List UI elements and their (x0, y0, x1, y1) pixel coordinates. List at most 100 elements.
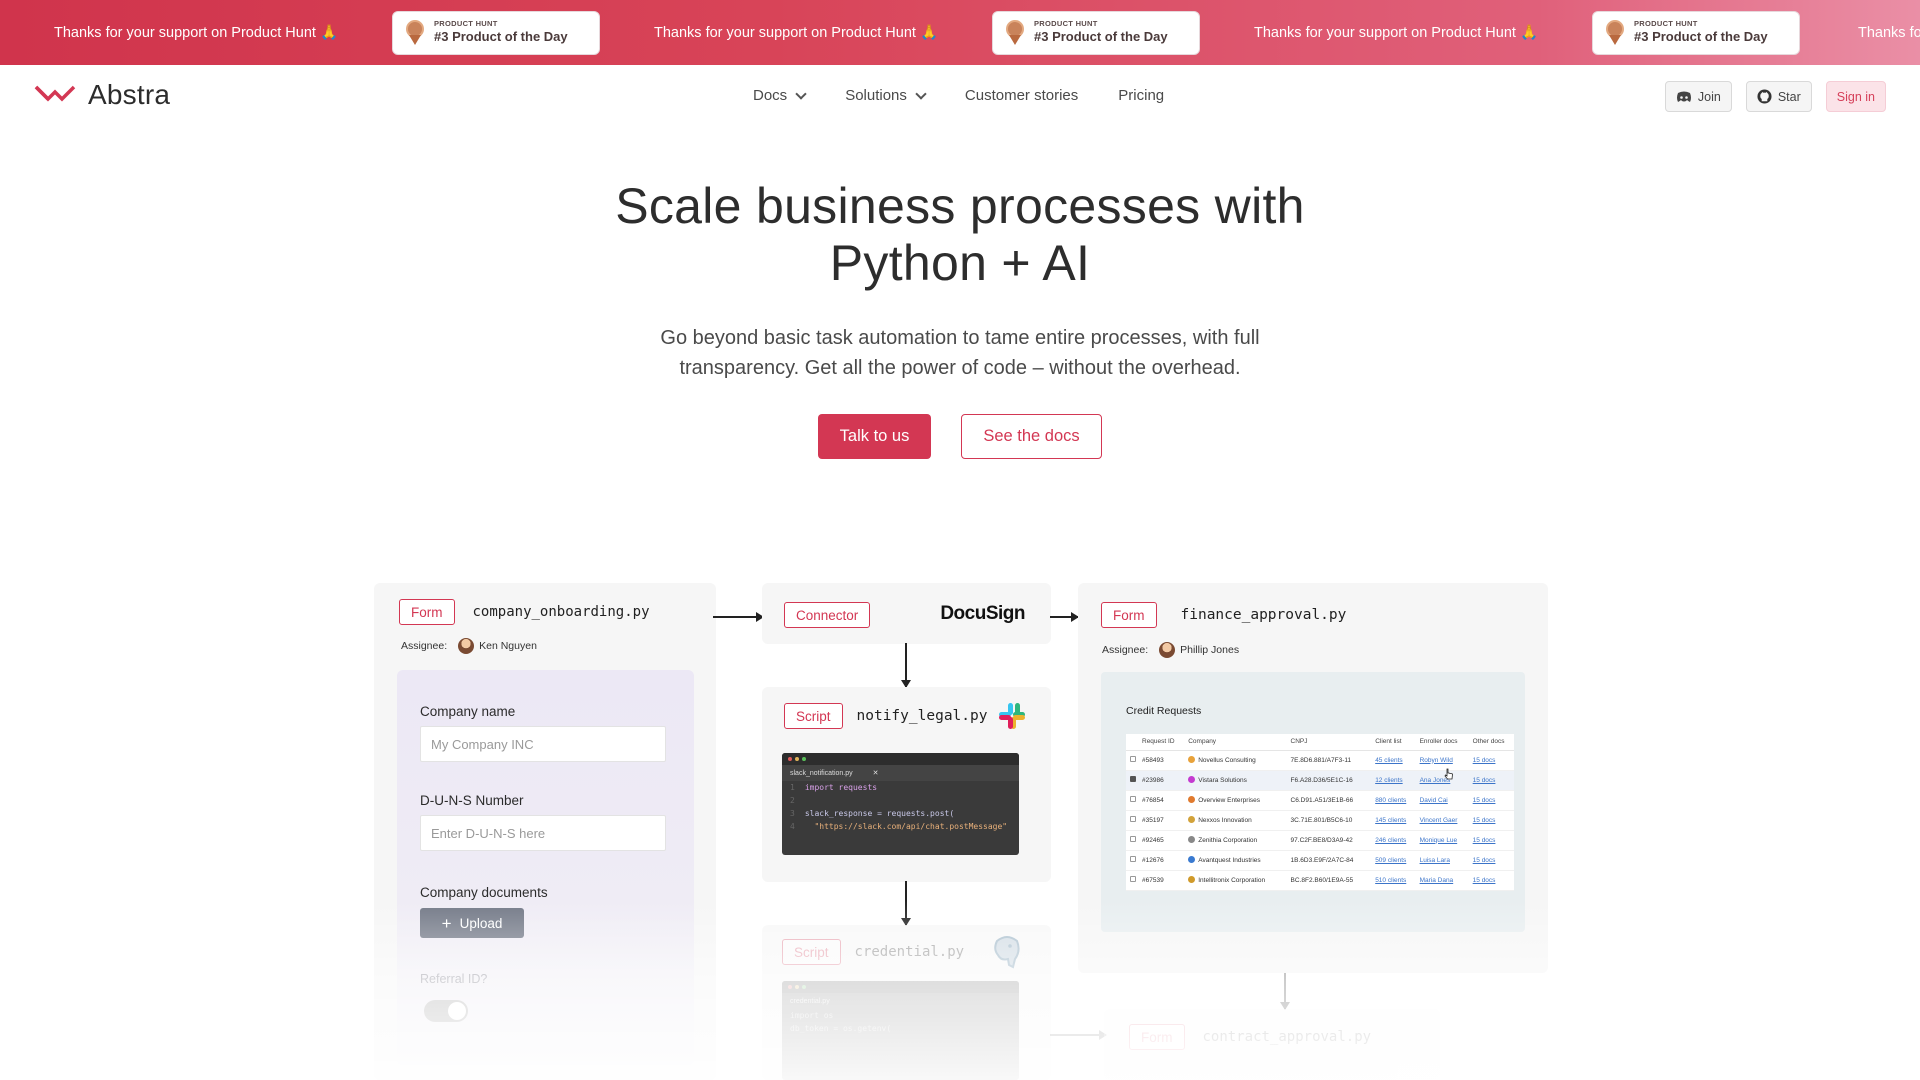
table-cell[interactable]: 15 docs (1468, 830, 1514, 851)
table-link[interactable]: 246 clients (1375, 837, 1406, 844)
table-row[interactable]: #35197 Nexxos Innovation 3C.71E.801/B5C6-1… (1126, 810, 1514, 831)
table-cell[interactable]: 880 clients (1371, 790, 1416, 811)
table-cell-text: 97.C2F.BE8/D3A9-42 (1290, 836, 1353, 844)
product-hunt-badge[interactable]: PRODUCT HUNT #3 Product of the Day (392, 10, 600, 55)
editor-tab-name: credential.py (790, 997, 830, 1005)
product-hunt-banner[interactable]: Thanks for your support on Product Hunt … (0, 0, 1920, 65)
table-link[interactable]: 15 docs (1473, 817, 1496, 824)
notify-card: Script notify_legal.py slack_notificatio… (762, 687, 1051, 882)
table-cell[interactable]: 145 clients (1371, 810, 1416, 831)
table-cell[interactable]: 509 clients (1371, 850, 1416, 871)
table-cell-text: 1B.6D3.E9F/2A7C-84 (1290, 856, 1354, 864)
table-link[interactable]: 509 clients (1375, 857, 1406, 864)
table-link[interactable]: 15 docs (1473, 837, 1496, 844)
table-cell[interactable]: Monique Lue (1415, 830, 1469, 851)
table-cell: #76854 (1138, 790, 1185, 811)
table-cell-text: #92465 (1142, 836, 1164, 844)
table-cell[interactable]: 15 docs (1468, 870, 1514, 891)
table-link[interactable]: 15 docs (1473, 857, 1496, 864)
row-checkbox[interactable] (1130, 836, 1136, 842)
credit-requests-table: Request ID Company CNPJ Client list Enro… (1126, 734, 1514, 891)
editor-tab[interactable]: slack_notification.py ✕ (782, 765, 1019, 781)
nav-pricing[interactable]: Pricing (1118, 87, 1164, 104)
table-cell[interactable]: 510 clients (1371, 870, 1416, 891)
table-cell[interactable]: Robyn Wild (1415, 750, 1469, 771)
table-link[interactable]: Luisa Lara (1420, 857, 1450, 864)
nav-docs[interactable]: Docs (753, 87, 807, 104)
table-cell[interactable]: Maria Dana (1415, 870, 1469, 891)
nav-customer-stories[interactable]: Customer stories (965, 87, 1078, 104)
product-hunt-badge[interactable]: PRODUCT HUNT #3 Product of the Day (1592, 10, 1800, 55)
table-cell: C6.D91.A51/3E1B-66 (1286, 790, 1372, 811)
table-cell[interactable]: 15 docs (1468, 810, 1514, 831)
contract-card: Form contract_approval.py (1104, 1009, 1440, 1080)
table-row[interactable]: #12676 Avantquest Industries 1B.6D3.E9F/2A… (1126, 850, 1514, 871)
table-link[interactable]: Vincent Gaer (1420, 817, 1458, 824)
table-row[interactable]: #67539 Intellitronix Corporation BC.8F2.B6… (1126, 870, 1514, 891)
table-cell[interactable]: 12 clients (1371, 770, 1416, 791)
script-tag: Script (784, 703, 843, 729)
table-cell[interactable]: Ana Jones (1415, 770, 1469, 791)
upload-button[interactable]: + Upload (420, 908, 524, 938)
row-checkbox-cell (1126, 850, 1138, 871)
flow-arrow (1050, 1030, 1107, 1040)
duns-input[interactable]: Enter D-U-N-S here (420, 815, 666, 851)
company-name-input[interactable]: My Company INC (420, 726, 666, 762)
referral-toggle[interactable] (424, 1000, 468, 1022)
row-checkbox[interactable] (1130, 816, 1136, 822)
column-header: Company (1184, 734, 1287, 751)
table-row[interactable]: #23986 Vistara Solutions F6.A28.D36/5E1C-1… (1126, 770, 1514, 791)
nav-solutions[interactable]: Solutions (845, 87, 927, 104)
editor-tab[interactable]: credential.py (782, 993, 1019, 1009)
table-link[interactable]: Robyn Wild (1420, 757, 1453, 764)
banner-support-text: Thanks for your support on Product Hunt … (653, 25, 939, 41)
sign-in-button[interactable]: Sign in (1825, 81, 1886, 112)
row-checkbox[interactable] (1130, 876, 1136, 882)
talk-to-us-button[interactable]: Talk to us (818, 414, 931, 459)
table-link[interactable]: 15 docs (1473, 777, 1496, 784)
join-label: Join (1697, 89, 1721, 104)
table-link[interactable]: 15 docs (1473, 797, 1496, 804)
logo-text: Abstra (88, 79, 171, 110)
table-link[interactable]: 880 clients (1375, 797, 1406, 804)
table-cell[interactable]: 246 clients (1371, 830, 1416, 851)
column-header: Enroller docs (1415, 734, 1469, 751)
hero-subtitle-line1: Go beyond basic task automation to tame … (660, 327, 1260, 349)
table-link[interactable]: 15 docs (1473, 877, 1496, 884)
table-cell[interactable]: David Cai (1415, 790, 1469, 811)
row-checkbox[interactable] (1130, 776, 1136, 782)
see-docs-button[interactable]: See the docs (961, 414, 1102, 459)
product-hunt-badge[interactable]: PRODUCT HUNT #3 Product of the Day (992, 10, 1200, 55)
table-link[interactable]: 510 clients (1375, 877, 1406, 884)
table-cell[interactable]: 15 docs (1468, 770, 1514, 791)
table-row[interactable]: #92465 Zenithia Corporation 97.C2F.BE8/D3A… (1126, 830, 1514, 851)
table-row[interactable]: #58493 Novellus Consulting 7E.8D6.881/A7F3… (1126, 750, 1514, 771)
badge-small-text: PRODUCT HUNT (1034, 19, 1098, 29)
row-checkbox[interactable] (1130, 796, 1136, 802)
company-logo-icon (1188, 856, 1196, 863)
table-link[interactable]: 145 clients (1375, 817, 1406, 824)
table-cell[interactable]: 45 clients (1371, 750, 1416, 771)
top-nav: Abstra Docs Solutions Customer stories P… (0, 65, 1920, 127)
file-name: finance_approval.py (1180, 607, 1347, 623)
assignee-name: Ken Nguyen (479, 640, 537, 652)
table-row[interactable]: #76854 Overview Enterprises C6.D91.A51/3E1… (1126, 790, 1514, 811)
table-link[interactable]: 15 docs (1473, 757, 1496, 764)
table-link[interactable]: Maria Dana (1420, 877, 1454, 884)
table-link[interactable]: Monique Lue (1420, 837, 1458, 844)
assignee-name: Phillip Jones (1180, 644, 1240, 656)
row-checkbox[interactable] (1130, 856, 1136, 862)
table-cell[interactable]: 15 docs (1468, 750, 1514, 771)
table-cell[interactable]: 15 docs (1468, 790, 1514, 811)
table-link[interactable]: David Cai (1420, 797, 1448, 804)
table-cell[interactable]: 15 docs (1468, 850, 1514, 871)
table-link[interactable]: 45 clients (1375, 757, 1402, 764)
table-cell[interactable]: Luisa Lara (1415, 850, 1469, 871)
github-star-button[interactable]: Star (1745, 81, 1812, 112)
company-logo-icon (1188, 756, 1196, 763)
row-checkbox[interactable] (1130, 756, 1136, 762)
discord-join-button[interactable]: Join (1664, 81, 1732, 112)
table-link[interactable]: 12 clients (1375, 777, 1402, 784)
logo[interactable]: Abstra (34, 79, 170, 111)
table-cell[interactable]: Vincent Gaer (1415, 810, 1469, 831)
